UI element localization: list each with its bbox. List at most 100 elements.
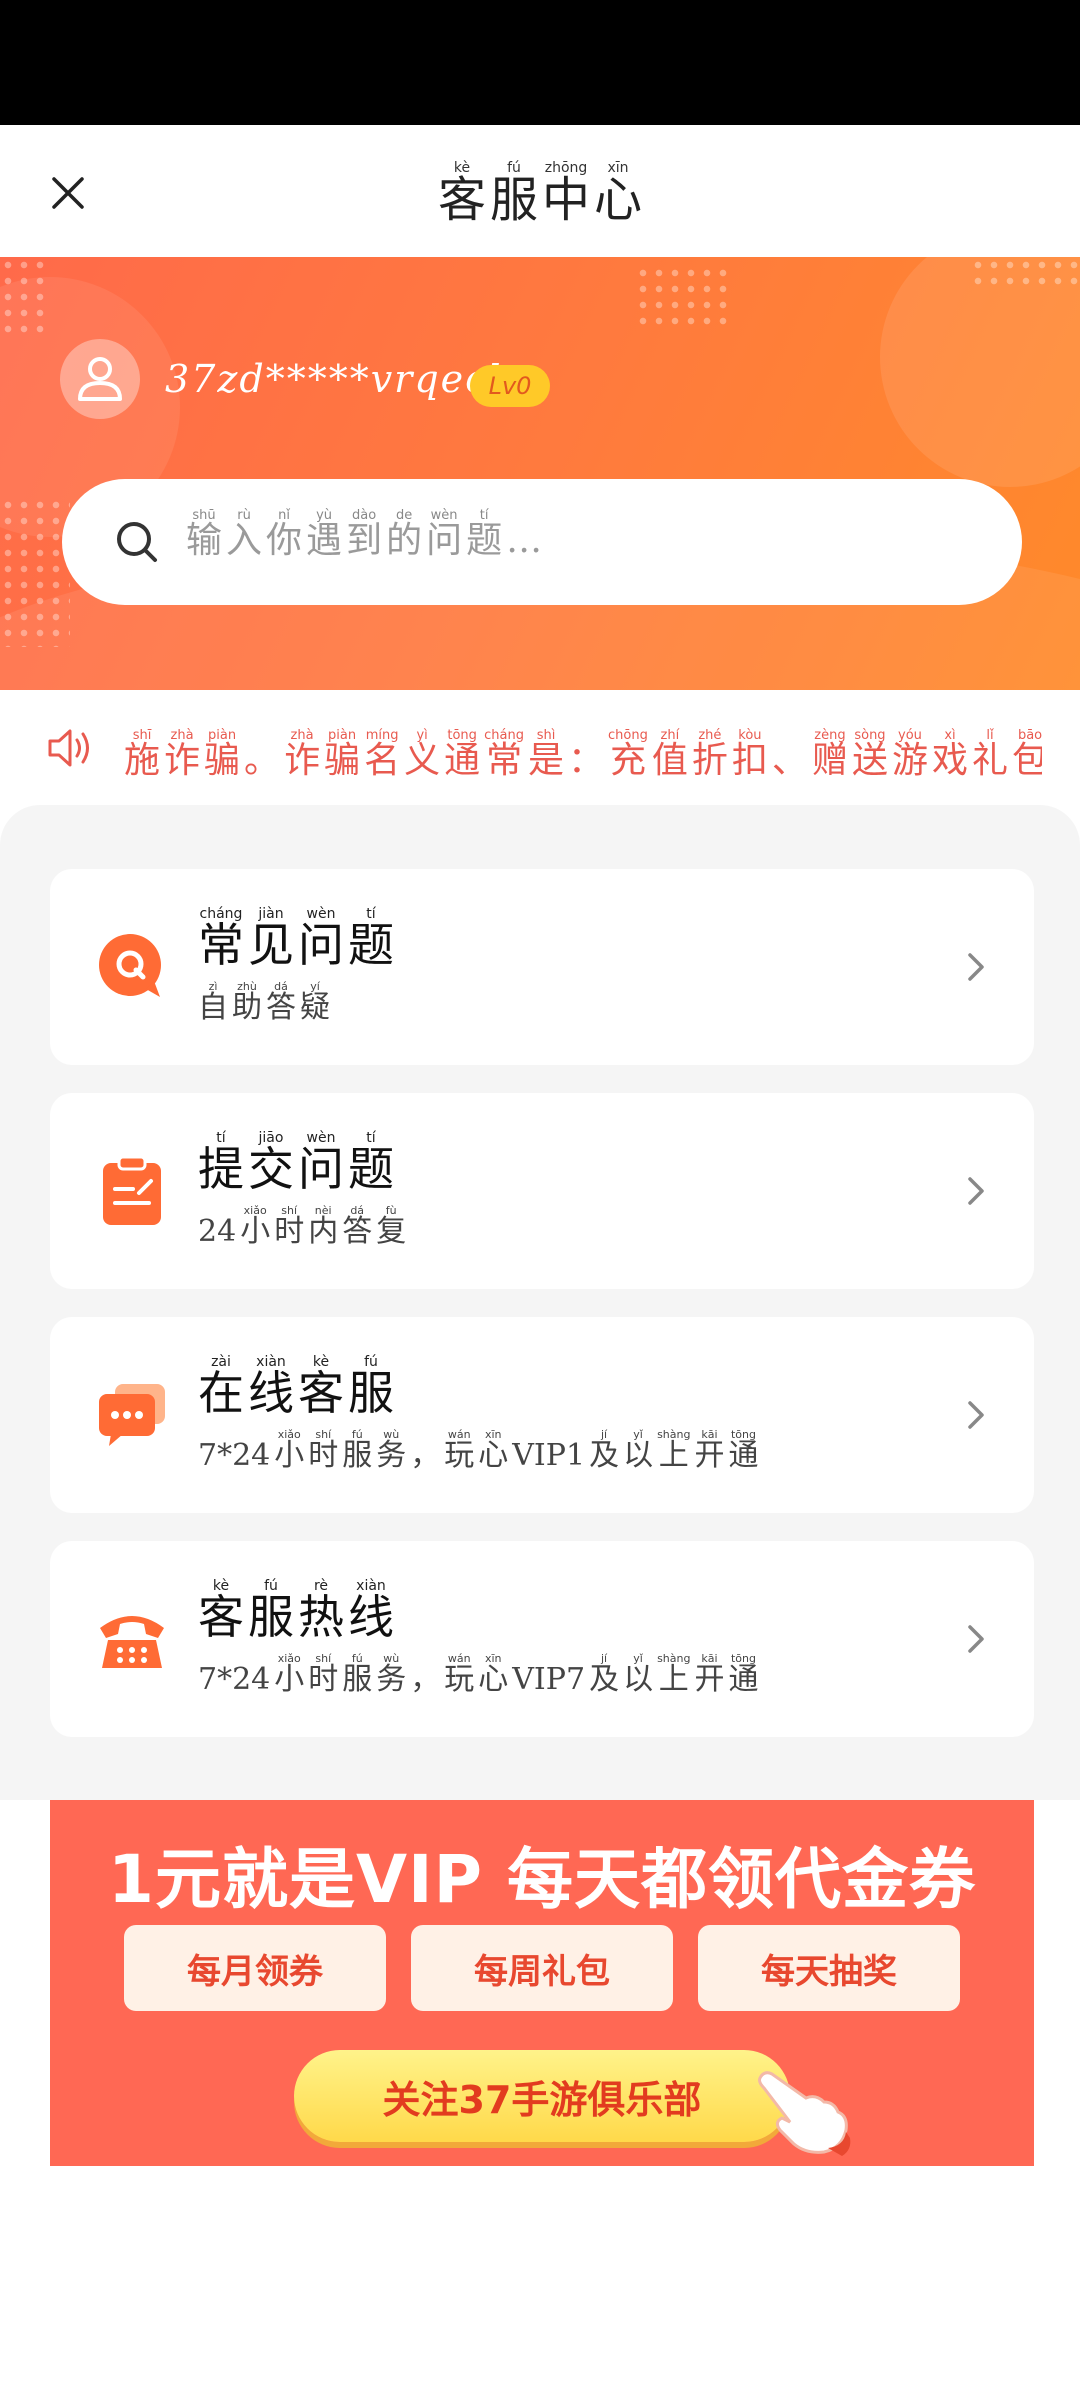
ruby-char: ， [410,1653,440,1696]
ruby-char: shí 时 [308,1429,338,1472]
ruby-char: fù 复 [376,1205,406,1248]
hanzi-text: 中 [542,171,591,228]
hanzi-text: 骗 [204,740,241,780]
ruby-char: xīn 心 [594,161,642,225]
hanzi-text: 答 [342,1214,373,1249]
chevron-right-icon [968,953,984,981]
hanzi-text: ， [410,1662,441,1697]
hanzi-text: 常 [486,740,523,780]
hanzi-text: 值 [651,740,688,780]
ruby-char: VIP7 [512,1653,585,1696]
ruby-char: zài 在 [198,1355,244,1417]
vip-promo-banner[interactable]: 1元就是VIP 每天都领代金券 每月领券 每周礼包 每天抽奖 关注37手游俱乐部 [50,1800,1034,2166]
menu-card-online-service[interactable]: zài 在 xiàn 线 kè 客 fú 服 7*24 xiǎo 小 shí 时 fú 服 wù 务 ， wán… [50,1317,1034,1513]
ruby-char: xiǎo 小 [274,1653,304,1696]
hanzi-text: 入 [226,520,263,561]
menu-card-hotline[interactable]: kè 客 fú 服 rè 热 xiàn 线 7*24 xiǎo 小 shí 时 fú 服 wù 务 ， wán 玩… [50,1541,1034,1737]
ruby-char: tí 题 [348,1131,394,1193]
telephone-icon [92,1599,172,1679]
hanzi-text: 在 [198,1366,244,1420]
ruby-char: jiàn 见 [248,907,294,969]
follow-club-button[interactable]: 关注37手游俱乐部 [294,2050,790,2142]
search-input[interactable]: shū 输 rù 入 nǐ 你 yù 遇 dào 到 de 的 wèn 问 tí 题 … [62,479,1022,605]
chevron-right-icon [968,1625,984,1653]
hanzi-text: 7*24 [198,1438,271,1473]
hanzi-text: 及 [589,1438,620,1473]
ruby-char: xiǎo 小 [240,1205,270,1248]
hanzi-text: 题 [348,1142,394,1196]
pointing-hand-icon [758,2071,851,2156]
ruby-char: piàn 骗 [204,729,240,780]
ruby-char: tí 题 [466,509,502,560]
hanzi-text: 常 [198,918,244,972]
monthly-coupon-button[interactable]: 每月领券 [124,1925,386,2011]
ruby-char: chōng 充 [608,729,648,780]
hanzi-text: 赠 [811,740,848,780]
ruby-char: xì 戏 [932,729,968,780]
level-badge: Lv0 [470,365,550,407]
ruby-char: shī 施 [124,729,160,780]
ruby-char: nǐ 你 [266,509,302,560]
hanzi-text: 内 [308,1214,339,1249]
ruby-char: kè 客 [438,161,486,225]
hanzi-text: VIP1 [512,1438,586,1473]
menu-card-faq[interactable]: cháng 常 jiàn 见 wèn 问 tí 题 zì 自 zhù 助 dá 答 yí 疑 [50,869,1034,1065]
ruby-char: kè 客 [298,1355,344,1417]
menu-card-subtitle: 24 xiǎo 小 shí 时 nèi 内 dá 答 fù 复 [196,1205,408,1248]
ruby-char: yǐ 以 [623,1429,653,1472]
username: 37zd*****vrqeck [165,357,514,401]
hanzi-text: 诈 [284,740,321,780]
hanzi-text: 题 [348,918,394,972]
search-placeholder: shū 输 rù 入 nǐ 你 yù 遇 dào 到 de 的 wèn 问 tí 题 … [184,509,544,560]
ruby-char: xiǎo 小 [274,1429,304,1472]
ruby-char: wán 玩 [444,1429,474,1472]
ruby-char: fú 服 [342,1429,372,1472]
hanzi-text: 小 [274,1438,305,1473]
avatar[interactable] [60,339,140,419]
hanzi-text: 玩 [444,1662,475,1697]
notice-bar: shī 施 zhà 诈 piàn 骗 。 zhà 诈 piàn 骗 míng 名 yì 义 tōng 通 chá… [0,690,1080,805]
ruby-char: sòng 送 [852,729,888,780]
hanzi-text: 线 [248,1366,294,1420]
faq-q-icon [92,927,172,1007]
search-icon [114,519,160,565]
ruby-char: rù 入 [226,509,262,560]
hanzi-text: 扣 [731,740,768,780]
hanzi-text: 游 [891,740,928,780]
hanzi-text: 通 [728,1438,759,1473]
daily-lottery-button[interactable]: 每天抽奖 [698,1925,960,2011]
ruby-char: wèn 问 [426,509,462,560]
ruby-char: wù 务 [376,1653,406,1696]
ruby-char: tōng 通 [444,729,480,780]
menu-card-submit[interactable]: tí 提 jiāo 交 wèn 问 tí 题 24 xiǎo 小 shí 时 nèi 内 dá 答 fù 复 [50,1093,1034,1289]
hanzi-text: 遇 [306,520,343,561]
hanzi-text: 充 [609,740,646,780]
menu-card-subtitle: 7*24 xiǎo 小 shí 时 fú 服 wù 务 ， wán 玩 xīn 心 VIP7 jí 及 yǐ 以… [196,1653,760,1696]
hanzi-text: 上 [658,1662,689,1697]
ruby-char: 。 [244,729,280,780]
service-menu: cháng 常 jiàn 见 wèn 问 tí 题 zì 自 zhù 助 dá 答 yí 疑 tí 提 jiāo… [0,805,1080,1800]
hanzi-text: 小 [274,1662,305,1697]
hanzi-text: 玩 [444,1438,475,1473]
hanzi-text: 助 [232,990,262,1025]
ruby-char: xiàn 线 [348,1579,394,1641]
hanzi-text: 名 [364,740,401,780]
weekly-gift-button[interactable]: 每周礼包 [411,1925,673,2011]
decor-circle [880,257,1080,487]
ruby-char: ： [568,729,604,780]
ruby-char: wèn 问 [298,1131,344,1193]
hanzi-text: 上 [658,1438,689,1473]
hanzi-text: 。 [244,740,281,780]
ruby-char: zhà 诈 [284,729,320,780]
hanzi-text: 的 [386,520,423,561]
menu-card-subtitle: 7*24 xiǎo 小 shí 时 fú 服 wù 务 ， wán 玩 xīn 心 VIP1 jí 及 yǐ 以… [196,1429,760,1472]
ruby-char: zhí 值 [652,729,688,780]
ruby-char: yǐ 以 [623,1653,653,1696]
hanzi-text: 见 [248,918,294,972]
hanzi-text: 小 [240,1214,271,1249]
hanzi-text: 输 [186,520,223,561]
menu-card-title: kè 客 fú 服 rè 热 xiàn 线 [196,1579,396,1641]
hanzi-text: 心 [478,1662,509,1697]
ruby-char: bāo 包 [1012,729,1042,780]
hanzi-text: 复 [376,1214,407,1249]
